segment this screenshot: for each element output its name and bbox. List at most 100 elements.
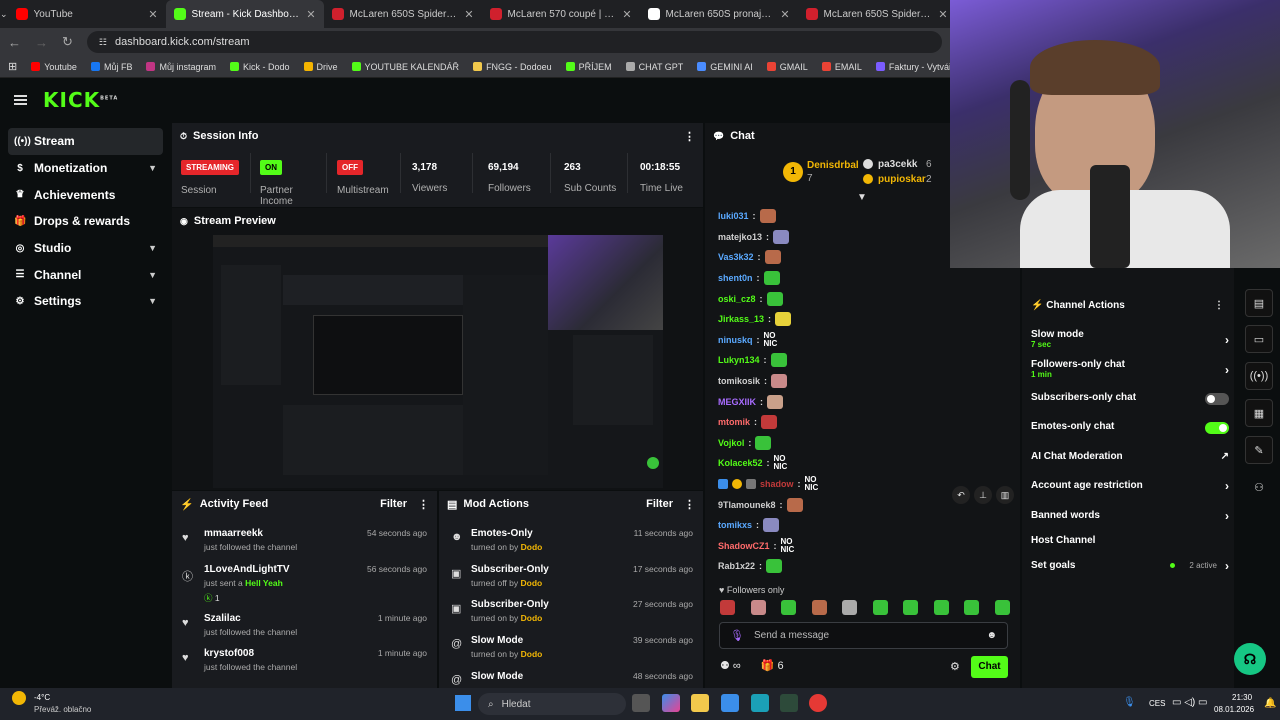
terminal-icon[interactable] bbox=[780, 694, 798, 712]
layout-icon[interactable]: ▦ bbox=[1245, 399, 1273, 427]
microphone-tray-icon[interactable]: 🎙 bbox=[1123, 697, 1136, 708]
chat-message[interactable]: MEGXIIK: bbox=[718, 391, 948, 412]
top-chatter-name[interactable]: pupioskar bbox=[878, 174, 926, 185]
chat-message[interactable]: mtomik: bbox=[718, 412, 948, 433]
chat-username[interactable]: matejko13 bbox=[718, 232, 762, 242]
chat-send-button[interactable]: Chat bbox=[971, 656, 1008, 678]
activity-filter-button[interactable]: Filter bbox=[380, 498, 407, 510]
top-chatter-name[interactable]: Denisdrbal bbox=[807, 160, 859, 171]
browser-tab[interactable]: McLaren 650S Spider Akrapovi ✕ bbox=[798, 0, 956, 28]
clipboard-icon[interactable]: ▤ bbox=[1245, 289, 1273, 317]
bookmark-item[interactable]: Faktury - Vytváření bbox=[875, 62, 950, 72]
copilot-icon[interactable] bbox=[662, 694, 680, 712]
users-infinity-icon[interactable]: ⚉ ∞ bbox=[720, 659, 741, 672]
activity-item[interactable]: ♥ mmaarreekk just followed the channel 54 s… bbox=[172, 528, 437, 562]
chat-icon[interactable]: ▭ bbox=[1245, 325, 1273, 353]
activity-item[interactable]: ♥ Szalilac just followed the channel 1 minu… bbox=[172, 613, 437, 647]
channel-action-subscribers-only-chat[interactable]: Subscribers-only chat bbox=[1031, 392, 1231, 405]
partner-badge[interactable]: ON bbox=[260, 160, 282, 175]
support-icon[interactable]: ☊ bbox=[1234, 643, 1266, 675]
menu-icon[interactable] bbox=[14, 95, 27, 105]
chat-username[interactable]: Rab1x22 bbox=[718, 561, 755, 571]
windows-start-icon[interactable] bbox=[455, 695, 471, 711]
chevron-down-icon[interactable]: ▼ bbox=[148, 296, 157, 306]
chat-username[interactable]: 9Tlamounek8 bbox=[718, 500, 776, 510]
activity-username[interactable]: mmaarreekk bbox=[204, 528, 263, 539]
moderator-name[interactable]: Dodo bbox=[520, 578, 542, 588]
chat-username[interactable]: shent0n bbox=[718, 273, 753, 283]
more-icon[interactable]: ⋮ bbox=[418, 498, 429, 511]
mod-action-item[interactable]: @ Slow Mode turned on by Dodo 39 seconds ag… bbox=[439, 635, 703, 669]
channel-action-set-goals[interactable]: Set goals 2 active › bbox=[1031, 559, 1231, 573]
chat-message[interactable]: Vojkol: bbox=[718, 433, 948, 454]
bookmark-item[interactable]: YOUTUBE KALENDÁŘ bbox=[351, 62, 459, 72]
language-indicator[interactable]: CES bbox=[1149, 699, 1165, 708]
bookmark-item[interactable]: Kick - Dodo bbox=[229, 62, 290, 72]
clock-time[interactable]: 21:30 bbox=[1232, 693, 1252, 702]
activity-item[interactable]: ⓚ 1LoveAndLightTV just sent a Hell Yeah ⓚ 1… bbox=[172, 564, 437, 610]
mod-action-item[interactable]: ☻ Emotes-Only turned on by Dodo 11 seconds … bbox=[439, 528, 703, 562]
weather-temp[interactable]: -4°C bbox=[34, 693, 50, 702]
chat-message[interactable]: shent0n: bbox=[718, 268, 948, 289]
chat-message[interactable]: ninuskq: NO NIC bbox=[718, 330, 948, 351]
chat-username[interactable]: tomikosik bbox=[718, 376, 760, 386]
more-icon[interactable]: ⋮ bbox=[1214, 300, 1224, 311]
multistream-badge[interactable]: OFF bbox=[337, 160, 363, 175]
url-field[interactable]: ☷ dashboard.kick.com/stream bbox=[86, 31, 942, 53]
chat-message[interactable]: Rab1x22: bbox=[718, 556, 948, 577]
chat-message[interactable]: Vas3k32: bbox=[718, 247, 948, 268]
chevron-right-icon[interactable]: › bbox=[1225, 559, 1229, 573]
delete-icon[interactable]: ▥ bbox=[996, 486, 1014, 504]
gift-count[interactable]: 🎁 6 bbox=[761, 659, 784, 672]
edge-icon[interactable] bbox=[751, 694, 769, 712]
bookmark-item[interactable]: CHAT GPT bbox=[625, 62, 683, 72]
tab-close-icon[interactable]: ✕ bbox=[622, 8, 631, 21]
browser-tab[interactable]: McLaren 650S pronajem - Hled ✕ bbox=[640, 0, 798, 28]
chevron-right-icon[interactable]: › bbox=[1225, 479, 1229, 493]
activity-username[interactable]: 1LoveAndLightTV bbox=[204, 564, 290, 575]
chat-username[interactable]: MEGXIIK bbox=[718, 397, 756, 407]
sidebar-item-settings[interactable]: ⚙ Settings ▼ bbox=[8, 288, 163, 315]
chrome-icon[interactable] bbox=[809, 694, 827, 712]
task-view-icon[interactable] bbox=[632, 694, 650, 712]
toggle-switch[interactable] bbox=[1205, 393, 1229, 405]
tab-search-icon[interactable]: ⌄ bbox=[0, 9, 8, 20]
bookmark-item[interactable]: GEMINI AI bbox=[697, 62, 753, 72]
channel-action-slow-mode[interactable]: Slow mode 7 sec › bbox=[1031, 329, 1231, 349]
sidebar-item-achievements[interactable]: ♛ Achievements bbox=[8, 181, 163, 208]
chat-message[interactable]: 9Tlamounek8: bbox=[718, 494, 948, 515]
bookmark-item[interactable]: GMAIL bbox=[766, 62, 808, 72]
microphone-icon[interactable]: 🎙 bbox=[730, 629, 744, 642]
bookmark-item[interactable]: FNGG - Dodoeu bbox=[473, 62, 552, 72]
channel-action-followers-only-chat[interactable]: Followers-only chat 1 min › bbox=[1031, 359, 1231, 379]
mod-action-item[interactable]: ▣ Subscriber-Only turned on by Dodo 27 seco… bbox=[439, 599, 703, 633]
file-explorer-icon[interactable] bbox=[691, 694, 709, 712]
apps-icon[interactable]: ⊞ bbox=[8, 60, 17, 73]
chat-username[interactable]: shadow bbox=[760, 479, 794, 489]
external-link-icon[interactable]: ↗ bbox=[1221, 451, 1229, 462]
tab-close-icon[interactable]: ✕ bbox=[306, 8, 315, 21]
channel-action-host-channel[interactable]: Host Channel bbox=[1031, 535, 1231, 546]
chat-message[interactable]: Lukyn134: bbox=[718, 350, 948, 371]
back-icon[interactable]: ← bbox=[8, 35, 21, 50]
kick-logo[interactable]: KICKBETA bbox=[43, 88, 118, 112]
channel-action-ai-chat-moderation[interactable]: AI Chat Moderation ↗ bbox=[1031, 451, 1231, 462]
emote-button[interactable] bbox=[781, 600, 797, 615]
emote-button[interactable] bbox=[933, 600, 949, 615]
toggle-switch[interactable] bbox=[1205, 422, 1229, 434]
store-icon[interactable] bbox=[721, 694, 739, 712]
chat-message[interactable]: oski_cz8: bbox=[718, 288, 948, 309]
chat-username[interactable]: luki031 bbox=[718, 211, 749, 221]
chevron-right-icon[interactable]: › bbox=[1225, 333, 1229, 347]
emoji-icon[interactable]: ☻ bbox=[986, 630, 997, 641]
emote-button[interactable] bbox=[811, 600, 827, 615]
users-icon[interactable]: ⚇ bbox=[1245, 473, 1273, 501]
sidebar-item-monetization[interactable]: $ Monetization ▼ bbox=[8, 155, 163, 182]
chevron-right-icon[interactable]: › bbox=[1225, 363, 1229, 377]
activity-username[interactable]: Szalilac bbox=[204, 613, 241, 624]
chat-username[interactable]: tomikxs bbox=[718, 520, 752, 530]
tab-close-icon[interactable]: ✕ bbox=[148, 8, 157, 21]
mod-action-item[interactable]: @ Slow Mode 48 seconds ago bbox=[439, 671, 703, 688]
tab-close-icon[interactable]: ✕ bbox=[780, 8, 789, 21]
chevron-down-icon[interactable]: ▼ bbox=[148, 163, 157, 173]
